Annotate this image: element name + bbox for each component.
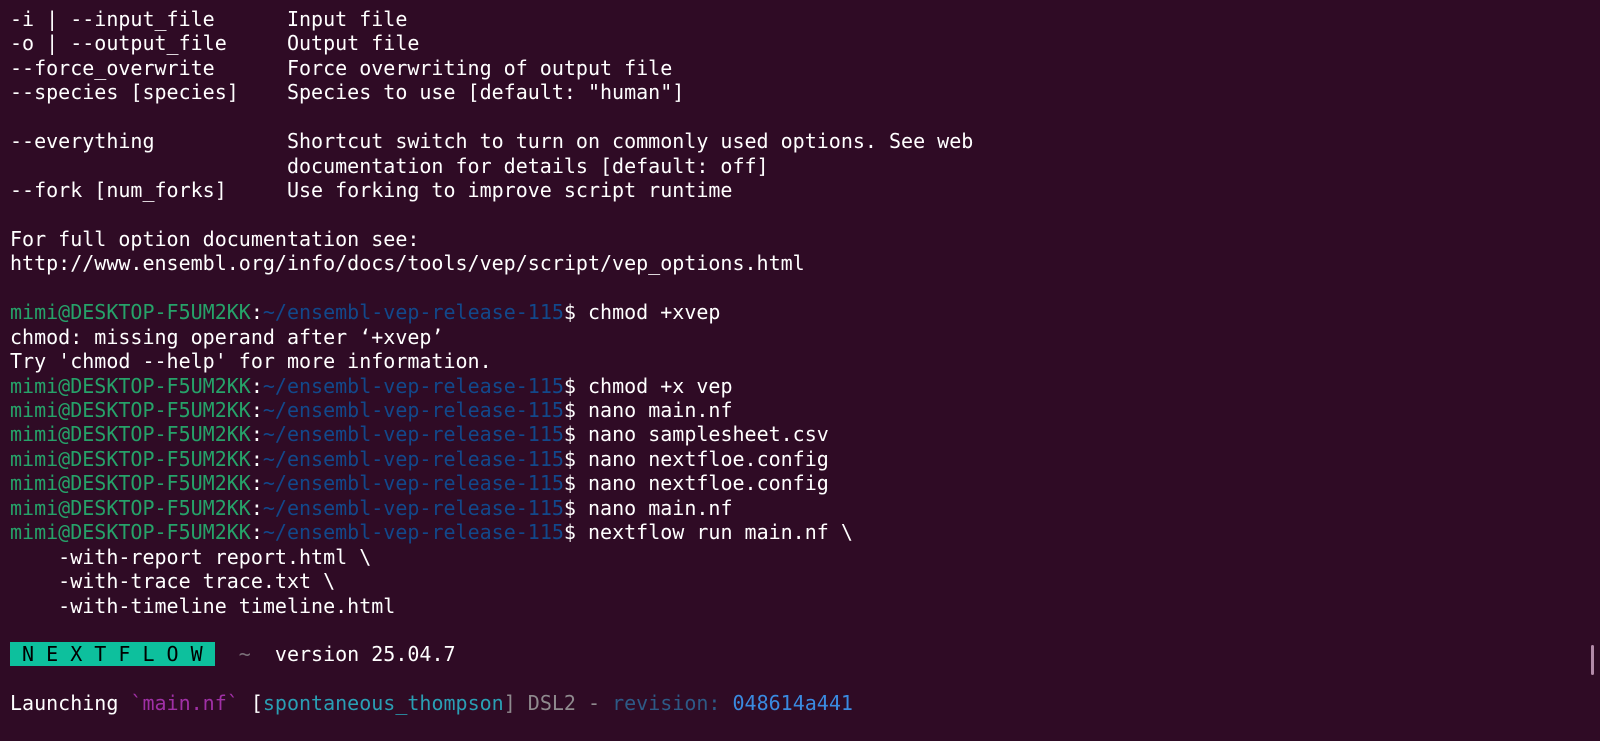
terminal-text: -o | --output_file Output file — [10, 31, 420, 56]
terminal-text: --force_overwrite Force overwriting of o… — [10, 55, 673, 80]
terminal-text: documentation for details [default: off] — [10, 153, 769, 178]
terminal-text: --everything Shortcut switch to turn on … — [10, 129, 974, 154]
prompt-path: ~/ensembl-vep-release-115 — [262, 495, 564, 520]
terminal-line: mimi@DESKTOP-F5UM2KK:~/ensembl-vep-relea… — [10, 398, 973, 422]
terminal-text: : — [250, 422, 263, 447]
prompt-user-host: mimi@DESKTOP-F5UM2KK — [10, 471, 251, 496]
terminal-text: : — [250, 446, 263, 471]
terminal-line: mimi@DESKTOP-F5UM2KK:~/ensembl-vep-relea… — [10, 471, 973, 495]
prompt-path: ~/ensembl-vep-release-115 — [262, 446, 564, 471]
terminal-line: N E X T F L O W ~ version 25.04.7 — [10, 642, 973, 667]
run-name: spontaneous_thompson — [262, 691, 504, 716]
terminal-line: -with-report report.html \ — [10, 545, 973, 569]
terminal-line: chmod: missing operand after ‘+xvep’ — [10, 325, 973, 349]
terminal-output[interactable]: -i | --input_file Input file -o | --outpu… — [10, 7, 973, 716]
terminal-text: : — [250, 300, 263, 325]
terminal-line: -o | --output_file Output file — [10, 31, 973, 55]
terminal-text: --fork [num_forks] Use forking to improv… — [10, 178, 733, 203]
dsl-label: ] DSL2 - — [503, 691, 613, 716]
nextflow-badge: N E X T F L O W — [10, 642, 215, 667]
prompt-path: ~/ensembl-vep-release-115 — [262, 373, 564, 398]
terminal-text: $ chmod +xvep — [563, 300, 721, 325]
prompt-user-host: mimi@DESKTOP-F5UM2KK — [10, 300, 251, 325]
terminal-line: Try 'chmod --help' for more information. — [10, 349, 973, 373]
terminal-text: : — [250, 495, 263, 520]
terminal-line: -with-trace trace.txt \ — [10, 569, 973, 593]
terminal-line: http://www.ensembl.org/info/docs/tools/v… — [10, 251, 973, 275]
prompt-path: ~/ensembl-vep-release-115 — [262, 300, 564, 325]
terminal-text: For full option documentation see: — [10, 226, 420, 251]
terminal-line: mimi@DESKTOP-F5UM2KK:~/ensembl-vep-relea… — [10, 520, 973, 544]
terminal-text: : — [250, 373, 263, 398]
prompt-user-host: mimi@DESKTOP-F5UM2KK — [10, 398, 251, 422]
terminal-line: mimi@DESKTOP-F5UM2KK:~/ensembl-vep-relea… — [10, 447, 973, 471]
terminal-line: mimi@DESKTOP-F5UM2KK:~/ensembl-vep-relea… — [10, 422, 973, 446]
revision-hash: 048614a441 — [732, 691, 853, 716]
terminal-line: --fork [num_forks] Use forking to improv… — [10, 178, 973, 202]
revision-label: revision: — [612, 691, 733, 716]
terminal-line: mimi@DESKTOP-F5UM2KK:~/ensembl-vep-relea… — [10, 300, 973, 324]
terminal-line: mimi@DESKTOP-F5UM2KK:~/ensembl-vep-relea… — [10, 496, 973, 520]
terminal-line: Launching `main.nf` [spontaneous_thompso… — [10, 691, 973, 715]
terminal-text: -with-trace trace.txt \ — [10, 569, 336, 594]
terminal-line: documentation for details [default: off] — [10, 154, 973, 178]
terminal-text: $ chmod +x vep — [563, 373, 733, 398]
terminal-text: : — [250, 471, 263, 496]
terminal-text: version 25.04.7 — [274, 642, 456, 667]
terminal-text: $ nano nextfloe.config — [563, 446, 829, 471]
terminal-line: -with-timeline timeline.html — [10, 594, 973, 618]
terminal-text: -with-timeline timeline.html — [10, 593, 396, 618]
terminal-line: --force_overwrite Force overwriting of o… — [10, 56, 973, 80]
terminal-text: -i | --input_file Input file — [10, 7, 408, 31]
terminal-text: $ nano samplesheet.csv — [563, 422, 829, 447]
prompt-user-host: mimi@DESKTOP-F5UM2KK — [10, 373, 251, 398]
terminal-text: $ nano main.nf — [563, 398, 733, 422]
terminal-text: $ nano nextfloe.config — [563, 471, 829, 496]
prompt-user-host: mimi@DESKTOP-F5UM2KK — [10, 446, 251, 471]
prompt-path: ~/ensembl-vep-release-115 — [262, 422, 564, 447]
terminal-text: -with-report report.html \ — [10, 544, 372, 569]
terminal-text: $ nano main.nf — [563, 495, 733, 520]
prompt-path: ~/ensembl-vep-release-115 — [262, 398, 564, 422]
terminal-text: : — [250, 520, 263, 545]
terminal-line: For full option documentation see: — [10, 227, 973, 251]
terminal-text: : — [250, 398, 263, 422]
terminal-text: Try 'chmod --help' for more information. — [10, 349, 492, 374]
script-name: `main.nf` — [130, 691, 239, 716]
terminal-line: --everything Shortcut switch to turn on … — [10, 129, 973, 153]
terminal-line: --species [species] Species to use [defa… — [10, 80, 973, 104]
prompt-user-host: mimi@DESKTOP-F5UM2KK — [10, 422, 251, 447]
prompt-path: ~/ensembl-vep-release-115 — [262, 520, 564, 545]
terminal-text: --species [species] Species to use [defa… — [10, 80, 685, 105]
prompt-user-host: mimi@DESKTOP-F5UM2KK — [10, 520, 251, 545]
terminal-text: $ nextflow run main.nf \ — [563, 520, 853, 545]
tilde-separator: ~ — [214, 642, 275, 667]
terminal-text: [ — [238, 691, 263, 716]
terminal-text: chmod: missing operand after ‘+xvep’ — [10, 324, 444, 349]
terminal-line: -i | --input_file Input file — [10, 7, 973, 31]
prompt-path: ~/ensembl-vep-release-115 — [262, 471, 564, 496]
terminal-line: mimi@DESKTOP-F5UM2KK:~/ensembl-vep-relea… — [10, 374, 973, 398]
terminal-text: http://www.ensembl.org/info/docs/tools/v… — [10, 251, 805, 276]
terminal-text: Launching — [10, 691, 131, 716]
scrollbar-thumb[interactable] — [1591, 645, 1594, 675]
prompt-user-host: mimi@DESKTOP-F5UM2KK — [10, 495, 251, 520]
